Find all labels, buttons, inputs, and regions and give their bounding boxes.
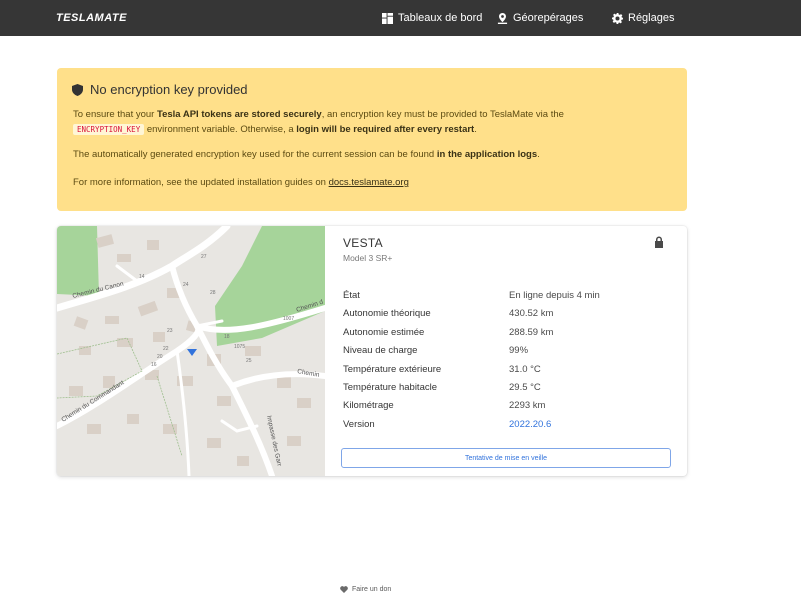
park-area-left <box>57 226 99 296</box>
status-row: Autonomie estimée 288.59 km <box>343 326 554 338</box>
lock-icon <box>655 236 663 248</box>
svg-text:14: 14 <box>139 274 145 280</box>
car-name[interactable]: VESTA <box>343 236 383 250</box>
version-link[interactable]: 2022.20.6 <box>509 419 551 430</box>
nav-dashboards-label: Tableaux de bord <box>398 12 483 24</box>
donate-link[interactable]: Faire un don <box>340 586 391 593</box>
donate-label: Faire un don <box>352 586 392 593</box>
brand-logo[interactable]: TESLAMATE <box>56 12 127 24</box>
svg-text:20: 20 <box>157 354 163 360</box>
status-row: État En ligne depuis 4 min <box>343 290 600 301</box>
status-row: Kilométrage 2293 km <box>343 400 546 412</box>
docs-link[interactable]: docs.teslamate.org <box>329 177 409 188</box>
encryption-warning: No encryption key provided To ensure tha… <box>57 68 687 211</box>
svg-text:1075: 1075 <box>234 344 245 350</box>
car-status-list: État En ligne depuis 4 min Autonomie théo… <box>343 290 673 437</box>
heart-icon <box>340 586 348 593</box>
svg-text:16: 16 <box>151 362 157 368</box>
svg-text:25: 25 <box>246 358 252 364</box>
car-card: Chemin du Canon Chemin du Commandant Imp… <box>57 226 687 476</box>
warning-paragraph-tokens: To ensure that your Tesla API tokens are… <box>73 109 564 135</box>
gear-icon <box>612 12 623 24</box>
status-row: Niveau de charge 99% <box>343 345 529 357</box>
shield-icon <box>72 83 83 96</box>
map-marker-icon <box>497 12 508 24</box>
nav-settings[interactable]: Réglages <box>612 12 674 24</box>
warning-title-text: No encryption key provided <box>90 82 248 97</box>
try-sleep-button[interactable]: Tentative de mise en veille <box>341 448 671 468</box>
status-row: Autonomie théorique 430.52 km <box>343 308 554 320</box>
svg-text:1007: 1007 <box>283 316 294 322</box>
nav-geofences-label: Géorepérages <box>513 12 584 24</box>
warning-title: No encryption key provided <box>72 82 671 97</box>
status-row: Température habitacle 29.5 °C <box>343 381 541 393</box>
svg-text:23: 23 <box>167 328 173 334</box>
status-row: Version 2022.20.6 <box>343 418 552 430</box>
env-var-code: ENCRYPTION_KEY <box>73 124 145 135</box>
svg-text:18: 18 <box>224 334 230 340</box>
warning-paragraph-logs: The automatically generated encryption k… <box>73 149 540 160</box>
nav-settings-label: Réglages <box>628 12 675 24</box>
nav-geofences[interactable]: Géorepérages <box>497 12 583 24</box>
car-location-map[interactable]: Chemin du Canon Chemin du Commandant Imp… <box>57 226 325 476</box>
status-row: Température extérieure 31.0 °C <box>343 363 541 375</box>
top-navbar: TESLAMATE Tableaux de bord Géorepérages … <box>0 0 801 36</box>
car-model: Model 3 SR+ <box>343 253 393 263</box>
svg-text:24: 24 <box>183 282 189 288</box>
dashboard-icon <box>382 12 393 24</box>
nav-dashboards[interactable]: Tableaux de bord <box>382 12 482 24</box>
svg-text:28: 28 <box>210 290 216 296</box>
car-info-panel: VESTA Model 3 SR+ État En ligne depuis 4 … <box>343 226 673 476</box>
svg-text:27: 27 <box>201 254 207 260</box>
svg-text:22: 22 <box>163 346 169 352</box>
warning-paragraph-docs: For more information, see the updated in… <box>73 177 409 188</box>
